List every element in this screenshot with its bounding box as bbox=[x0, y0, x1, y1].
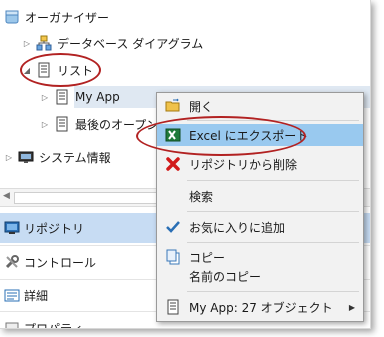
monitor-icon bbox=[4, 220, 20, 236]
expand-arrow-icon[interactable]: ▷ bbox=[40, 119, 50, 129]
tree-item-label: データベース ダイアグラム bbox=[57, 36, 204, 51]
menu-separator bbox=[187, 120, 359, 121]
blank-icon bbox=[163, 188, 183, 204]
document-icon bbox=[163, 299, 183, 315]
menu-item-label: 開く bbox=[189, 99, 214, 114]
expand-arrow-icon[interactable]: ▷ bbox=[4, 152, 14, 162]
expand-arrow-icon[interactable]: ▷ bbox=[22, 38, 32, 48]
document-icon bbox=[36, 62, 52, 78]
menu-item-add-favorite[interactable]: お気に入りに追加 bbox=[157, 216, 363, 238]
more-icon bbox=[4, 320, 20, 328]
menu-item-search[interactable]: 検索 bbox=[157, 185, 363, 207]
menu-item-label: Excel にエクスポート bbox=[189, 128, 309, 143]
excel-icon bbox=[163, 127, 183, 143]
folder-icon bbox=[4, 9, 20, 25]
collapse-arrow-icon[interactable]: ◢ bbox=[22, 65, 32, 75]
nav-item-label: コントロール bbox=[24, 255, 97, 270]
menu-item-label: コピー bbox=[189, 250, 226, 265]
menu-item-label: My App: 27 オブジェクト bbox=[189, 300, 333, 315]
tree-item-label: My App bbox=[75, 90, 120, 104]
tree-item-label: リスト bbox=[57, 63, 94, 78]
copy-icon bbox=[163, 249, 183, 265]
document-icon bbox=[54, 116, 70, 132]
menu-item-label: 名前のコピー bbox=[189, 269, 262, 284]
submenu-arrow-icon: ▶ bbox=[348, 302, 355, 312]
tools-icon bbox=[4, 254, 20, 270]
document-icon bbox=[54, 89, 70, 105]
tree-item-label: 最後のオープン bbox=[75, 117, 159, 132]
nav-item-label: プロパティ bbox=[24, 321, 84, 329]
nav-item-label: 詳細 bbox=[24, 288, 49, 303]
tree-item-label: システム情報 bbox=[39, 150, 111, 165]
menu-item-label: 検索 bbox=[189, 189, 214, 204]
menu-item-objects[interactable]: My App: 27 オブジェクト ▶ bbox=[157, 296, 363, 318]
organizer-panel: オーガナイザー ▷ データベース ダイアグラム ◢ リスト ▷ My App ▷… bbox=[0, 0, 371, 329]
tree-item-list[interactable]: ◢ リスト bbox=[22, 59, 93, 81]
menu-item-copy-name[interactable]: 名前のコピー bbox=[157, 265, 363, 287]
menu-item-label: お気に入りに追加 bbox=[189, 220, 286, 235]
detail-icon bbox=[4, 287, 20, 303]
menu-separator bbox=[187, 180, 359, 181]
tree-item-my-app[interactable]: ▷ My App bbox=[40, 86, 120, 108]
menu-item-excel-export[interactable]: Excel にエクスポート bbox=[157, 124, 363, 146]
checkmark-icon bbox=[163, 219, 183, 235]
system-icon bbox=[18, 149, 34, 165]
menu-separator bbox=[187, 211, 359, 212]
menu-item-label: リポジトリから削除 bbox=[189, 157, 298, 172]
delete-x-icon bbox=[163, 156, 183, 172]
diagram-icon bbox=[36, 35, 52, 51]
tree-item-last-open[interactable]: ▷ 最後のオープン bbox=[40, 113, 158, 135]
scrollbar-thumb[interactable] bbox=[14, 192, 166, 204]
tree-item-database-diagram[interactable]: ▷ データベース ダイアグラム bbox=[22, 32, 203, 54]
tree-item-system-info[interactable]: ▷ システム情報 bbox=[4, 146, 111, 168]
blank-icon bbox=[163, 268, 183, 284]
menu-item-open[interactable]: 開く bbox=[157, 95, 363, 117]
scroll-left-icon[interactable]: ◀ bbox=[3, 191, 10, 201]
menu-separator bbox=[187, 291, 359, 292]
menu-separator bbox=[187, 242, 359, 243]
menu-item-remove-from-repository[interactable]: リポジトリから削除 bbox=[157, 153, 363, 175]
nav-item-label: リポジトリ bbox=[24, 221, 85, 236]
expand-arrow-icon[interactable]: ▷ bbox=[40, 92, 50, 102]
tree-item-label: オーガナイザー bbox=[25, 10, 110, 25]
context-menu: 開く Excel にエクスポート リポジトリから削除 検索 お気に入りに追加 コ… bbox=[156, 92, 364, 322]
tree-item-organizer[interactable]: オーガナイザー bbox=[4, 6, 109, 28]
open-folder-icon bbox=[163, 98, 183, 114]
